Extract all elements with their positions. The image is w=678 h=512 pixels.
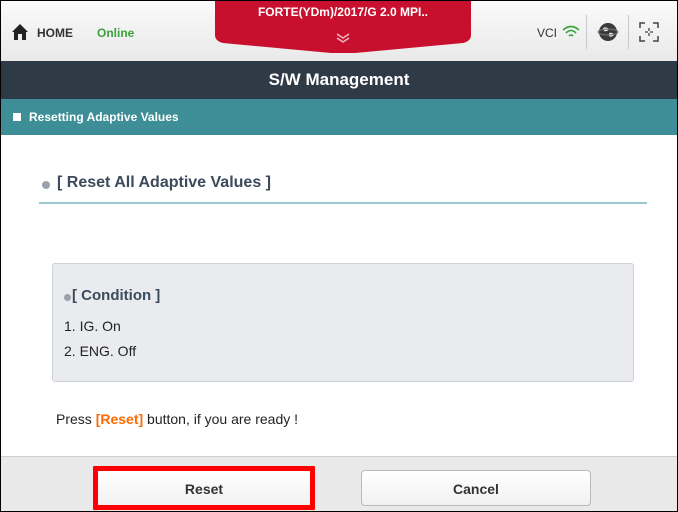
home-icon[interactable]: [11, 23, 29, 41]
cancel-button[interactable]: Cancel: [361, 470, 591, 506]
section-header: Resetting Adaptive Values: [1, 99, 677, 135]
heading-divider: [39, 202, 647, 204]
bullet-icon: [42, 181, 50, 189]
instruction-suffix: button, if you are ready !: [143, 411, 299, 427]
vehicle-info-tab[interactable]: FORTE(YDm)/2017/G 2.0 MPI..: [215, 1, 471, 53]
vci-label: VCI: [537, 26, 558, 40]
top-toolbar: HOME Online FORTE(YDm)/2017/G 2.0 MPI.. …: [1, 1, 677, 62]
condition-item: 2. ENG. Off: [64, 343, 137, 359]
connection-status: Online: [97, 26, 135, 40]
section-title: Resetting Adaptive Values: [29, 110, 179, 124]
condition-panel: [ Condition ] 1. IG. On 2. ENG. Off: [52, 263, 634, 382]
toolbar-divider: [628, 15, 629, 49]
instruction-prefix: Press: [56, 411, 96, 427]
home-button[interactable]: HOME: [37, 26, 73, 40]
instruction-text: Press [Reset] button, if you are ready !: [56, 411, 298, 427]
reset-heading: [ Reset All Adaptive Values ]: [57, 174, 271, 191]
instruction-highlight: [Reset]: [95, 411, 144, 427]
bottom-action-bar: Reset Cancel: [1, 456, 677, 511]
app-window: HOME Online FORTE(YDm)/2017/G 2.0 MPI.. …: [0, 0, 678, 512]
condition-item: 1. IG. On: [64, 318, 121, 334]
globe-icon[interactable]: [597, 21, 619, 43]
chevron-down-icon: [336, 33, 350, 43]
page-title: S/W Management: [1, 61, 677, 99]
reset-button[interactable]: Reset: [93, 466, 315, 510]
square-bullet-icon: [13, 113, 21, 121]
wifi-icon: [562, 25, 580, 37]
vehicle-info-label: FORTE(YDm)/2017/G 2.0 MPI..: [257, 5, 429, 19]
toolbar-divider: [586, 15, 587, 49]
condition-title: [ Condition ]: [72, 287, 161, 304]
bullet-icon: [64, 294, 71, 301]
screen-capture-icon[interactable]: [639, 22, 659, 42]
